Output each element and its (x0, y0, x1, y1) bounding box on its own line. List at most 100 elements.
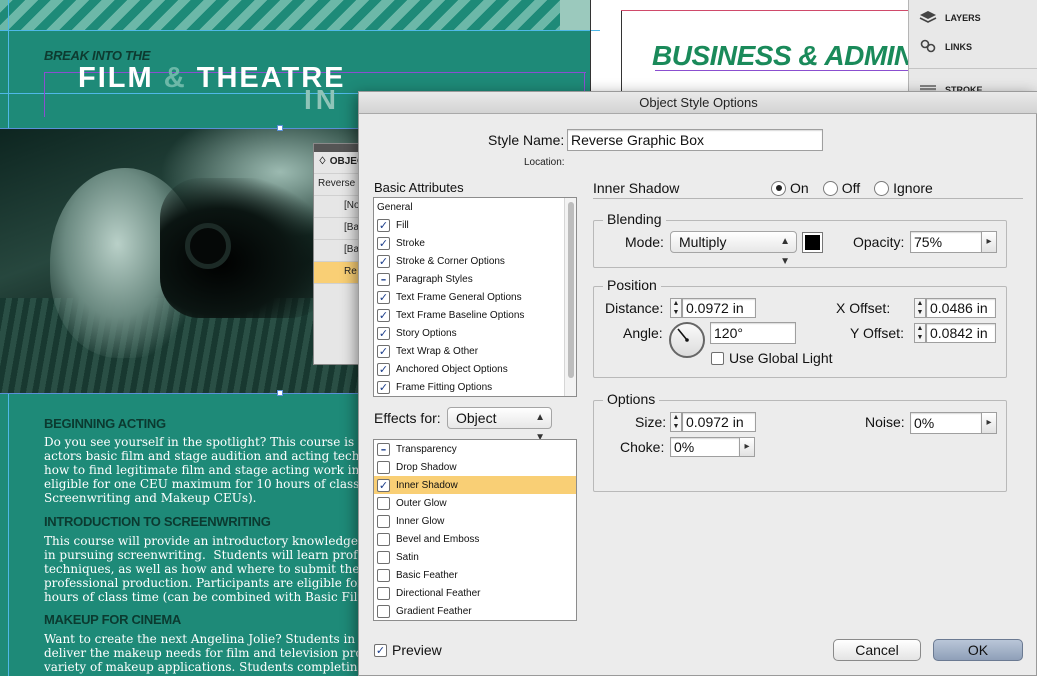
attribute-check-icon[interactable]: ✓ (377, 254, 390, 268)
effect-check-icon[interactable] (377, 496, 390, 510)
section-heading: MAKEUP FOR CINEMA (44, 612, 181, 627)
effect-check-icon[interactable] (377, 586, 390, 600)
effect-item[interactable]: Inner Glow (374, 512, 576, 530)
size-stepper[interactable]: ▲ ▼ (670, 412, 682, 432)
effect-item[interactable]: Satin (374, 548, 576, 566)
basic-attributes-list: General ✓ Fill ✓ Stroke ✓ Stroke & Corner Opti… (373, 197, 577, 397)
angle-dial[interactable] (669, 322, 705, 358)
choke-field[interactable]: 0% (670, 437, 740, 457)
basic-attribute-item[interactable]: – Paragraph Styles (374, 270, 576, 288)
basic-attribute-item[interactable]: ✓ Frame Fitting Options (374, 378, 576, 396)
attribute-check-icon[interactable]: ✓ (377, 308, 390, 322)
effect-check-icon[interactable] (377, 568, 390, 582)
noise-arrow-button[interactable]: ▸ (981, 412, 997, 434)
distance-field[interactable]: 0.0972 in (682, 298, 756, 318)
effect-item-selected[interactable]: ✓ Inner Shadow (374, 476, 576, 494)
opacity-field[interactable]: 75% (910, 231, 982, 253)
attribute-check-icon[interactable]: ✓ (377, 236, 390, 250)
y-offset-field[interactable]: 0.0842 in (926, 323, 996, 343)
attribute-check-icon[interactable]: ✓ (377, 362, 390, 376)
ok-button[interactable]: OK (933, 639, 1023, 661)
heading-business-admin: BUSINESS & ADMIN (652, 40, 914, 71)
effect-check-icon[interactable]: ✓ (377, 478, 390, 492)
selection-handle[interactable] (277, 125, 283, 131)
basic-attribute-label: Frame Fitting Options (396, 381, 493, 393)
effect-item[interactable]: Outer Glow (374, 494, 576, 512)
guide-line (621, 10, 908, 11)
basic-attribute-item[interactable]: ✓ Stroke (374, 234, 576, 252)
basic-attribute-item[interactable]: ✓ Text Wrap & Other (374, 342, 576, 360)
size-field[interactable]: 0.0972 in (682, 412, 756, 432)
mini-panel-row[interactable]: Reverse G (314, 174, 360, 196)
effect-label: Bevel and Emboss (396, 533, 480, 545)
preview-checkbox[interactable]: ✓ Preview (374, 642, 442, 658)
effect-check-icon[interactable] (377, 604, 390, 618)
attribute-check-icon[interactable]: ✓ (377, 218, 390, 232)
effect-check-icon[interactable] (377, 532, 390, 546)
effect-item[interactable]: – Transparency (374, 440, 576, 458)
opacity-arrow-button[interactable]: ▸ (981, 231, 997, 253)
scrollbar-thumb[interactable] (568, 202, 574, 378)
choke-arrow-button[interactable]: ▸ (739, 437, 755, 457)
effect-label: Basic Feather (396, 569, 458, 581)
mini-panel-row[interactable]: [Ba (314, 240, 360, 262)
mini-panel-row[interactable]: [Ba (314, 218, 360, 240)
basic-attribute-item[interactable]: ✓ Text Frame Baseline Options (374, 306, 576, 324)
y-offset-stepper[interactable]: ▲ ▼ (914, 323, 926, 343)
noise-field[interactable]: 0% (910, 412, 982, 434)
choke-label: Choke: (620, 439, 665, 455)
effect-item[interactable]: Gradient Feather (374, 602, 576, 620)
effect-check-icon[interactable] (377, 460, 390, 474)
attribute-check-icon[interactable]: ✓ (377, 344, 390, 358)
basic-attribute-item[interactable]: ✓ Story Options (374, 324, 576, 342)
attribute-check-icon[interactable]: ✓ (377, 290, 390, 304)
layers-icon (919, 10, 937, 26)
shadow-color-swatch[interactable] (802, 232, 823, 253)
effect-check-icon[interactable] (377, 514, 390, 528)
basic-attribute-item[interactable]: ✓ Anchored Object Options (374, 360, 576, 378)
basic-attribute-item[interactable]: ✓ Fill (374, 216, 576, 234)
basic-attributes-scrollbar[interactable] (564, 198, 576, 396)
panel-stroke[interactable]: STROKE (919, 78, 983, 92)
radio-off-dot (822, 180, 838, 196)
distance-stepper[interactable]: ▲ ▼ (670, 298, 682, 318)
style-name-field[interactable]: Reverse Graphic Box (567, 129, 823, 151)
angle-label: Angle: (623, 325, 663, 341)
angle-field[interactable]: 120° (710, 322, 796, 344)
mini-panel-row[interactable]: [No (314, 196, 360, 218)
attribute-check-icon[interactable]: ✓ (377, 326, 390, 340)
effect-item[interactable]: Directional Feather (374, 584, 576, 602)
basic-attribute-item[interactable]: ✓ Text Frame General Options (374, 288, 576, 306)
radio-on[interactable]: On (771, 180, 809, 196)
effect-check-icon[interactable] (377, 550, 390, 564)
basic-attribute-label: Fill (396, 219, 409, 231)
effect-item[interactable]: Bevel and Emboss (374, 530, 576, 548)
use-global-light-checkbox[interactable]: Use Global Light (711, 350, 833, 366)
effect-item[interactable]: Drop Shadow (374, 458, 576, 476)
effects-for-label: Effects for: (374, 410, 441, 426)
attribute-check-icon[interactable]: – (377, 272, 390, 286)
mini-panel-row-selected[interactable]: Re (314, 262, 360, 284)
x-offset-stepper[interactable]: ▲ ▼ (914, 298, 926, 318)
cameraman-photo[interactable] (0, 128, 360, 394)
basic-attribute-label: Stroke (396, 237, 425, 249)
attribute-check-icon[interactable]: ✓ (377, 380, 390, 394)
x-offset-field[interactable]: 0.0486 in (926, 298, 996, 318)
effect-label: Gradient Feather (396, 605, 472, 617)
effect-item[interactable]: Basic Feather (374, 566, 576, 584)
effects-for-select[interactable]: Object ▲ ▼ (447, 407, 552, 443)
radio-off[interactable]: Off (822, 180, 860, 196)
panel-layers[interactable]: LAYERS (919, 5, 981, 31)
panel-links[interactable]: LINKS (919, 34, 972, 60)
effect-check-icon[interactable]: – (377, 442, 390, 456)
blend-mode-select[interactable]: Multiply ▲ ▼ (670, 231, 797, 267)
section-body: Do you see yourself in the spotlight? Th… (44, 435, 364, 505)
use-global-light-label: Use Global Light (729, 350, 833, 366)
basic-attribute-item[interactable]: General (374, 198, 576, 216)
basic-attribute-item[interactable]: ✓ Stroke & Corner Options (374, 252, 576, 270)
radio-ignore[interactable]: Ignore (874, 180, 933, 196)
basic-attributes-items: General ✓ Fill ✓ Stroke ✓ Stroke & Corner Opti… (374, 198, 576, 396)
selection-handle[interactable] (277, 390, 283, 396)
dialog-title: Object Style Options (359, 92, 1037, 114)
cancel-button[interactable]: Cancel (833, 639, 921, 661)
